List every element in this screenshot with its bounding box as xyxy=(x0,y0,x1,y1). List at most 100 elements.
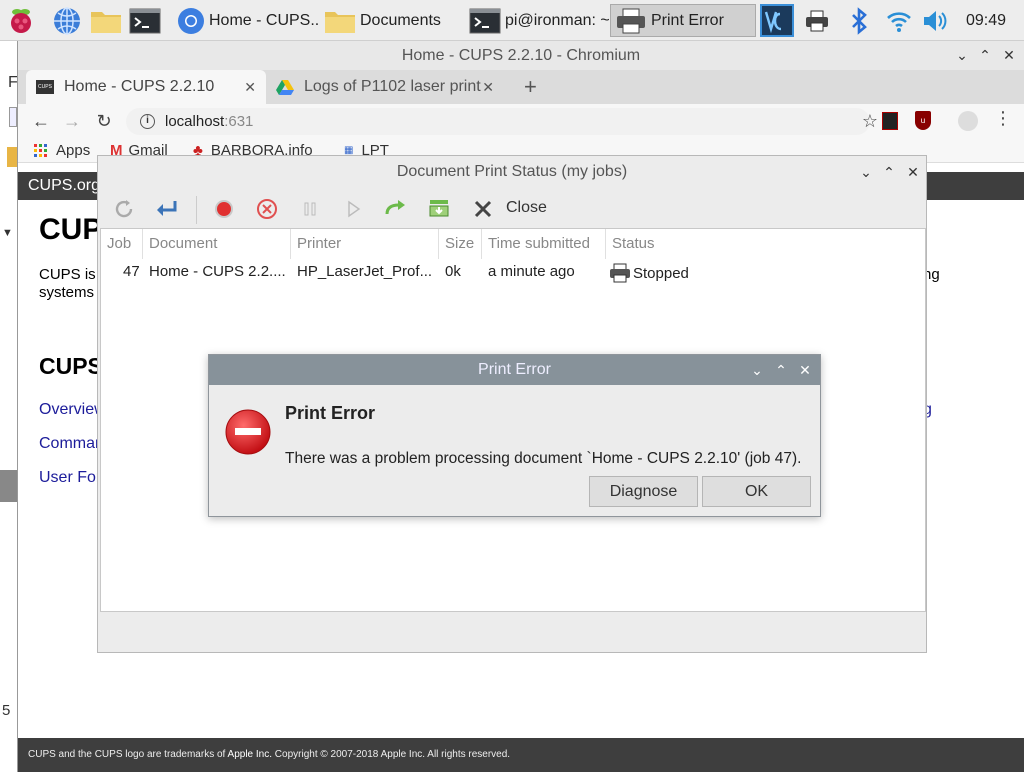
wifi-icon xyxy=(887,11,911,32)
task-label: Documents xyxy=(360,11,441,29)
raspberry-icon xyxy=(11,8,31,33)
link-overview[interactable]: Overview xyxy=(39,401,106,419)
move-job-button[interactable] xyxy=(426,196,452,222)
taskbar-task-cups-home[interactable]: Home - CUPS... xyxy=(173,4,319,37)
terminal-icon xyxy=(469,8,501,33)
print-status-titlebar[interactable]: Document Print Status (my jobs) ⌄ ⌃ ✕ xyxy=(98,156,926,188)
vnc-icon xyxy=(760,4,794,37)
file-manager-launcher[interactable] xyxy=(89,4,123,37)
address-bar[interactable]: i localhost:631 ☆ xyxy=(126,108,878,135)
minimize-button[interactable]: ⌄ xyxy=(856,162,876,182)
link-command[interactable]: Comman xyxy=(39,435,104,453)
ok-button[interactable]: OK xyxy=(702,476,811,507)
printer-tray[interactable] xyxy=(804,4,830,37)
link-user-forum[interactable]: User For xyxy=(39,469,101,487)
column-header-printer[interactable]: Printer xyxy=(291,229,439,259)
wifi-tray[interactable] xyxy=(885,4,913,37)
record-icon xyxy=(215,200,233,218)
tab-close-icon[interactable]: ✕ xyxy=(244,79,256,96)
bluetooth-icon xyxy=(852,6,867,35)
footer-prefix: CUPS and the CUPS logo are trademarks of xyxy=(28,749,228,760)
ublock-icon[interactable]: u xyxy=(915,111,931,130)
volume-tray[interactable] xyxy=(921,4,949,37)
printer-icon xyxy=(806,10,828,31)
close-button[interactable]: ✕ xyxy=(795,360,815,380)
diagnose-button[interactable]: Diagnose xyxy=(589,476,698,507)
taskbar-task-terminal[interactable]: pi@ironman: ~ xyxy=(465,4,609,37)
profile-avatar[interactable] xyxy=(958,111,978,131)
column-header-time[interactable]: Time submitted xyxy=(482,229,606,259)
cups-intro-line1: CUPS is xyxy=(39,266,96,283)
taskbar-task-print-error[interactable]: Print Error xyxy=(610,4,756,37)
resume-button[interactable] xyxy=(340,196,366,222)
tab-logs[interactable]: Logs of P1102 laser print ✕ xyxy=(266,70,504,104)
forward-arrow-icon xyxy=(385,200,405,215)
forward-job-button[interactable] xyxy=(383,196,409,222)
close-button[interactable]: ✕ xyxy=(903,162,923,182)
forward-button[interactable]: → xyxy=(61,110,83,132)
folder-icon xyxy=(91,11,121,33)
dialog-title: Print Error xyxy=(478,361,551,378)
browser-toolbar: ← → ↻ i localhost:631 ☆ u ⋮ xyxy=(18,104,1024,138)
web-browser-launcher[interactable] xyxy=(52,4,82,37)
task-label: pi@ironman: ~ xyxy=(505,11,609,29)
printer-icon xyxy=(617,8,645,33)
raspberry-menu-button[interactable] xyxy=(6,4,36,37)
bookmark-apps[interactable]: Apps xyxy=(34,142,90,159)
job-id: 47 xyxy=(123,263,140,280)
reload-button[interactable]: ↻ xyxy=(93,110,115,132)
tab-strip: CUPS Home - CUPS 2.2.10 ✕ Logs of P1102 … xyxy=(18,70,1024,104)
tab-label: Logs of P1102 laser print xyxy=(304,78,481,95)
maximize-button[interactable]: ⌃ xyxy=(771,360,791,380)
background-letter: 5 xyxy=(2,702,11,719)
bluetooth-tray[interactable] xyxy=(848,4,870,37)
tab-cups-home[interactable]: CUPS Home - CUPS 2.2.10 ✕ xyxy=(26,70,266,104)
back-button[interactable]: ← xyxy=(30,110,52,132)
print-status-toolbar: Close xyxy=(98,188,926,228)
dialog-titlebar[interactable]: Print Error ⌄ ⌃ ✕ xyxy=(209,355,820,385)
clock[interactable]: 09:49 xyxy=(966,4,1006,37)
reprint-button[interactable] xyxy=(154,196,180,222)
print-error-dialog: Print Error ⌄ ⌃ ✕ Print Error There was … xyxy=(208,354,821,517)
cups-favicon: CUPS xyxy=(36,80,54,94)
column-header-job[interactable]: Job xyxy=(101,229,143,259)
footer-brand: Apple Inc. xyxy=(227,749,273,760)
cups-org-link[interactable]: CUPS.org xyxy=(28,177,100,194)
column-header-size[interactable]: Size xyxy=(439,229,482,259)
new-tab-button[interactable]: + xyxy=(514,70,544,104)
vnc-tray[interactable] xyxy=(760,4,794,37)
error-icon xyxy=(225,409,271,455)
column-header-document[interactable]: Document xyxy=(143,229,291,259)
maximize-button[interactable]: ⌃ xyxy=(879,162,899,182)
cancel-job-button[interactable] xyxy=(254,196,280,222)
refresh-button[interactable] xyxy=(111,196,137,222)
job-status-text: Stopped xyxy=(633,264,689,282)
bookmark-star-icon[interactable]: ☆ xyxy=(862,111,878,132)
printer-icon xyxy=(610,263,630,283)
task-label: Print Error xyxy=(651,11,724,29)
cups-intro-line2: systems xyxy=(39,284,95,301)
pause-button[interactable] xyxy=(297,196,323,222)
close-button[interactable]: ✕ xyxy=(999,45,1019,65)
tab-close-icon[interactable]: ✕ xyxy=(482,79,494,96)
background-window-edge: F ▼ 5 xyxy=(0,41,18,772)
close-button-label[interactable]: Close xyxy=(506,199,547,217)
column-header-status[interactable]: Status xyxy=(606,229,924,259)
hold-button[interactable] xyxy=(211,196,237,222)
bookmark-label: Apps xyxy=(56,142,91,159)
close-x-icon[interactable] xyxy=(470,196,496,222)
collapse-arrow-icon: ▼ xyxy=(2,227,13,239)
minimize-button[interactable]: ⌄ xyxy=(747,360,767,380)
cups-footer: CUPS and the CUPS logo are trademarks of… xyxy=(18,738,1024,772)
url-host: localhost xyxy=(165,113,225,130)
minimize-button[interactable]: ⌄ xyxy=(952,45,972,65)
terminal-launcher[interactable] xyxy=(129,4,161,37)
taskbar-task-documents[interactable]: Documents xyxy=(320,4,464,37)
info-icon[interactable]: i xyxy=(140,114,155,129)
menu-icon[interactable]: ⋮ xyxy=(994,108,1012,129)
taskbar: Home - CUPS... Documents pi@ironman: ~ P… xyxy=(0,0,1024,41)
maximize-button[interactable]: ⌃ xyxy=(975,45,995,65)
browser-titlebar[interactable]: Home - CUPS 2.2.10 - Chromium ⌄ ⌃ ✕ xyxy=(18,41,1024,70)
extension-icon[interactable] xyxy=(882,112,898,130)
job-time: a minute ago xyxy=(488,263,575,280)
